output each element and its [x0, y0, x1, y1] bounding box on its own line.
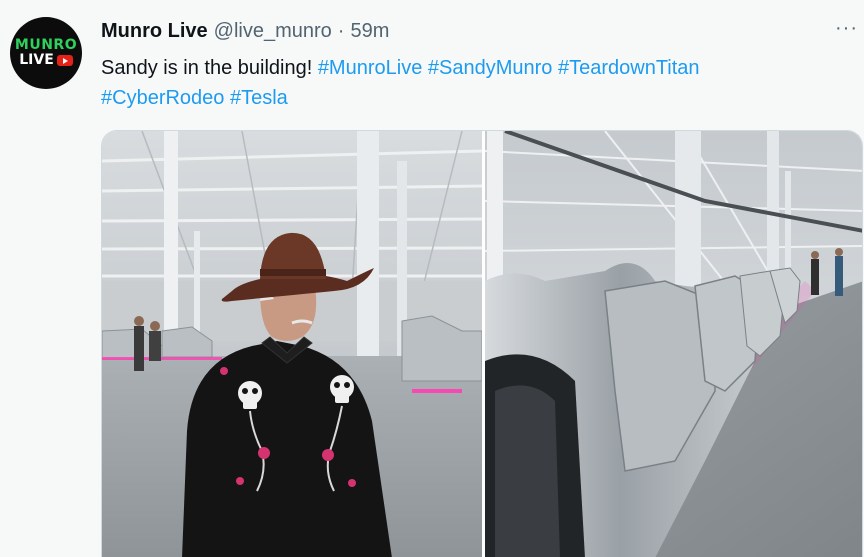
tweet-timestamp[interactable]: 59m: [350, 20, 389, 43]
header-separator: ·: [337, 20, 345, 42]
tweet-header: Munro Live @live_munro · 59m: [101, 20, 389, 46]
media-grid: [101, 130, 863, 557]
hashtag-tesla[interactable]: #Tesla: [230, 87, 288, 109]
hashtag-teardowntitan[interactable]: #TeardownTitan: [558, 57, 700, 79]
profile-avatar[interactable]: MUNRO LIVE: [10, 17, 82, 89]
tweet-text-plain: Sandy is in the building!: [101, 57, 318, 79]
media-image-1[interactable]: [102, 131, 482, 557]
man-in-cowboy-hat-photo: [102, 131, 482, 557]
youtube-play-icon: [56, 55, 73, 66]
tweet-text: Sandy is in the building! #MunroLive #Sa…: [101, 53, 841, 113]
avatar-logo-text: MUNRO: [14, 37, 78, 53]
author-handle[interactable]: @live_munro: [214, 20, 332, 43]
car-body-assembly-line-photo: [485, 131, 862, 557]
more-options-icon[interactable]: ···: [835, 18, 858, 38]
avatar-logo-row: LIVE: [19, 53, 73, 68]
avatar-logo-text-live: LIVE: [19, 52, 54, 68]
tweet-card[interactable]: MUNRO LIVE Munro Live @live_munro · 59m …: [0, 0, 864, 557]
media-image-2[interactable]: [485, 131, 862, 557]
hashtag-sandymunro[interactable]: #SandyMunro: [428, 57, 553, 79]
hashtag-munrolive[interactable]: #MunroLive: [318, 57, 423, 79]
author-name[interactable]: Munro Live: [101, 20, 208, 43]
hashtag-cyberrodeo[interactable]: #CyberRodeo: [101, 87, 224, 109]
